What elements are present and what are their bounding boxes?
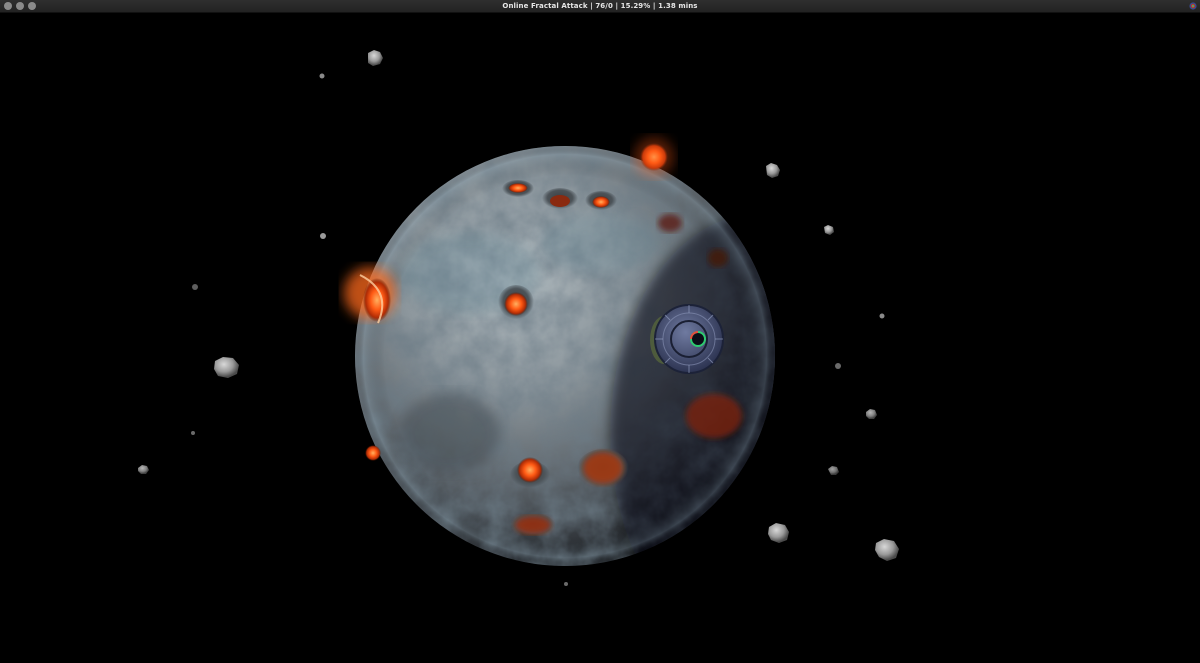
crater-impact bbox=[658, 214, 682, 232]
close-button[interactable] bbox=[4, 2, 12, 10]
window-controls bbox=[4, 2, 36, 10]
crater-impact bbox=[577, 449, 629, 489]
asteroid bbox=[879, 313, 885, 319]
explosion-effect bbox=[365, 445, 381, 461]
asteroid bbox=[866, 409, 877, 419]
asteroid bbox=[368, 50, 383, 66]
asteroid bbox=[138, 465, 149, 474]
maximize-button[interactable] bbox=[28, 2, 36, 10]
window-title: Online Fractal Attack | 76/0 | 15.29% | … bbox=[502, 2, 698, 10]
crater-impact bbox=[511, 513, 555, 537]
asteroid bbox=[824, 225, 834, 235]
crater-impact bbox=[502, 180, 534, 198]
window-titlebar: Online Fractal Attack | 76/0 | 15.29% | … bbox=[0, 0, 1200, 13]
asteroid bbox=[875, 539, 899, 561]
game-viewport[interactable] bbox=[0, 13, 1200, 663]
asteroid bbox=[828, 466, 839, 475]
asteroid bbox=[320, 233, 326, 239]
crater-impact bbox=[708, 249, 728, 267]
asteroid bbox=[319, 73, 325, 79]
asteroid bbox=[192, 284, 198, 290]
asteroid bbox=[214, 357, 239, 378]
app-icon bbox=[1189, 2, 1197, 10]
game-scene bbox=[138, 50, 910, 653]
explosion-effect bbox=[634, 137, 674, 177]
crater-impact bbox=[498, 285, 534, 321]
crater-impact bbox=[542, 188, 578, 210]
crater-impact bbox=[585, 191, 617, 211]
asteroid bbox=[564, 582, 568, 586]
minimize-button[interactable] bbox=[16, 2, 24, 10]
asteroid bbox=[768, 523, 789, 543]
asteroid bbox=[766, 163, 780, 178]
crater-impact bbox=[686, 394, 742, 438]
asteroid bbox=[191, 431, 195, 435]
asteroid bbox=[835, 363, 841, 369]
planet[interactable] bbox=[355, 146, 910, 653]
